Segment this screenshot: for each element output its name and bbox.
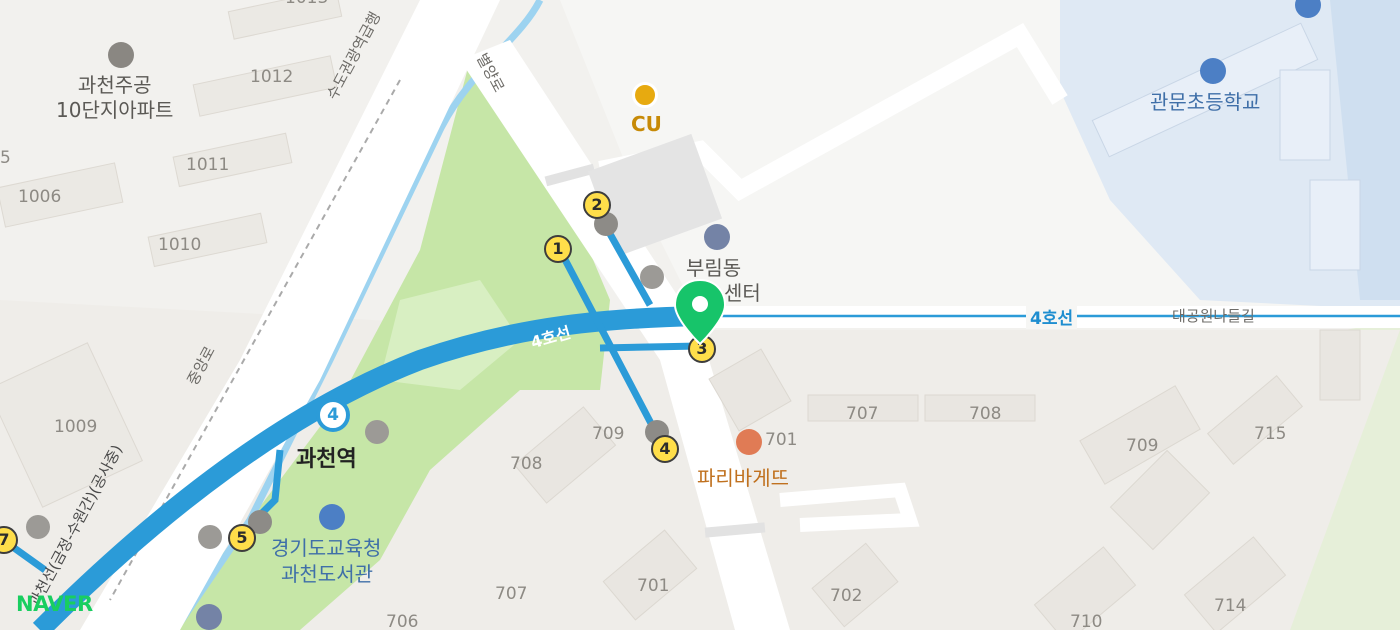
building-number: 707	[495, 584, 528, 604]
building-number: 708	[969, 404, 1002, 424]
building-number: 708	[510, 454, 543, 474]
poi-library-line2: 과천도서관	[281, 562, 373, 586]
building-number: 709	[1126, 436, 1159, 456]
building-number: 707	[846, 404, 879, 424]
poi-community-center-line2: 센터	[724, 281, 761, 305]
poi-school[interactable]: 관문초등학교	[1150, 90, 1260, 114]
building-number: 714	[1214, 596, 1247, 616]
facility-icon	[196, 604, 222, 630]
restroom-icon	[365, 420, 389, 444]
apartment-icon	[108, 42, 134, 68]
building-number: 709	[592, 424, 625, 444]
provider-logo: NAVER	[16, 592, 93, 616]
exit-badge[interactable]: 2	[583, 191, 611, 219]
exit-badge[interactable]: 5	[228, 524, 256, 552]
station-label[interactable]: 과천역	[296, 441, 357, 473]
bakery-icon	[736, 429, 762, 455]
building-number: 1012	[250, 67, 294, 87]
building-number: 706	[386, 612, 419, 630]
building-number: 1011	[186, 155, 230, 175]
restroom-icon	[198, 525, 222, 549]
subway-line-label: 4호선	[1026, 304, 1078, 329]
building-number: 1009	[54, 417, 98, 437]
location-pin-icon[interactable]	[672, 278, 728, 348]
road-label-daegongwon: 대공원나들길	[1172, 307, 1255, 325]
building-number: 1013	[285, 0, 328, 8]
building-number: 1006	[18, 187, 62, 207]
building-number: 5	[0, 148, 11, 168]
exit-badge[interactable]: 4	[651, 435, 679, 463]
building-number: 702	[830, 586, 863, 606]
school-icon	[1200, 58, 1226, 84]
building-number: 701	[637, 576, 670, 596]
convenience-store-icon	[632, 82, 658, 108]
restroom-icon	[640, 265, 664, 289]
restroom-icon	[26, 515, 50, 539]
poi-apartment[interactable]: 과천주공 10단지아파트	[56, 73, 173, 123]
building-number: 1010	[158, 235, 202, 255]
public-office-icon	[704, 224, 730, 250]
building-number: 710	[1070, 612, 1103, 630]
poi-library[interactable]: 경기도교육청	[271, 536, 381, 560]
poi-bakery[interactable]: 파리바게뜨	[697, 462, 789, 491]
building-number: 715	[1254, 424, 1287, 444]
subway-line-badge[interactable]: 4	[316, 398, 350, 432]
poi-cu[interactable]: CU	[631, 112, 662, 136]
library-icon	[319, 504, 345, 530]
exit-badge[interactable]: 1	[544, 235, 572, 263]
building-number: 701	[765, 430, 798, 450]
map-view[interactable]: 1013 1012 1011 1010 1006 1009 5 709 708 …	[0, 0, 1400, 630]
